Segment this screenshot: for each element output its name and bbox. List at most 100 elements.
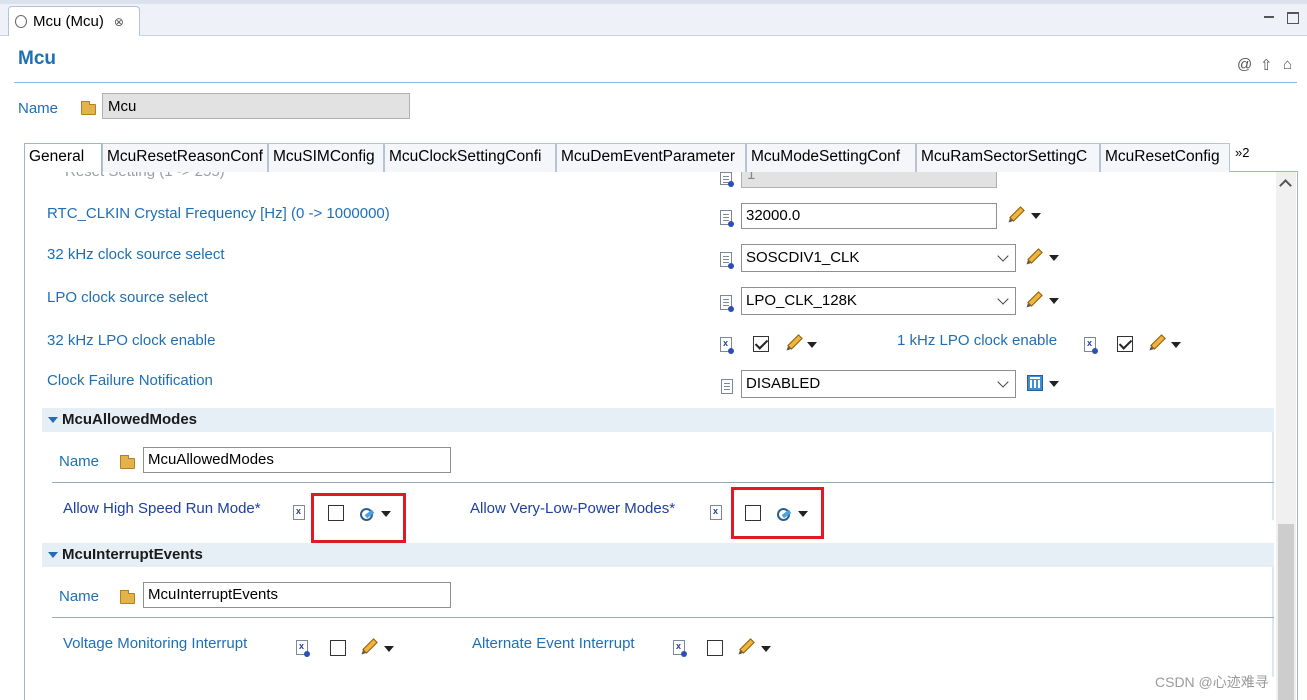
lpo32k-enable-label: 32 kHz LPO clock enable — [47, 332, 216, 349]
chevron-down-icon — [997, 250, 1009, 262]
tab-mcu-dem-event-parameter[interactable]: McuDemEventParameter — [556, 143, 746, 172]
dropdown-arrow-icon[interactable] — [1171, 342, 1181, 348]
dropdown-arrow-icon[interactable] — [1049, 298, 1059, 304]
lpo-source-label: LPO clock source select — [47, 289, 208, 306]
panel-scrollbar[interactable] — [1276, 172, 1296, 700]
interrupt-events-name-label: Name — [59, 588, 100, 605]
calculator-icon[interactable] — [1027, 375, 1043, 391]
lpo-source-value: LPO_CLK_128K — [746, 292, 857, 309]
param-info-icon — [720, 210, 734, 227]
allowed-modes-name-label: Name — [59, 453, 100, 470]
allowed-modes-name-field[interactable]: McuAllowedModes — [143, 447, 451, 473]
dropdown-arrow-icon[interactable] — [384, 646, 394, 652]
param-x-icon — [296, 640, 310, 657]
tab-general[interactable]: General — [24, 143, 102, 173]
name-label: Name — [18, 100, 59, 117]
divider — [52, 482, 1274, 483]
param-x-icon — [720, 337, 734, 354]
tab-mcu-ram-sector-setting-conf[interactable]: McuRamSectorSettingC — [916, 143, 1100, 172]
tab-bar-top-line — [0, 0, 1307, 4]
rtc-clkin-field[interactable]: 32000.0 — [741, 203, 997, 229]
param-x-icon — [293, 505, 305, 520]
scroll-up-icon[interactable] — [1280, 178, 1292, 190]
clock-failure-label: Clock Failure Notification — [47, 372, 213, 389]
alternate-event-label: Alternate Event Interrupt — [472, 635, 635, 652]
section-title: McuAllowedModes — [62, 411, 198, 428]
section-border — [1272, 432, 1274, 520]
name-field[interactable] — [102, 93, 410, 119]
link-icon[interactable] — [360, 506, 374, 521]
vlp-modes-label: Allow Very-Low-Power Modes* — [470, 500, 676, 517]
maximize-icon[interactable] — [1285, 10, 1301, 24]
alternate-event-checkbox[interactable] — [707, 640, 723, 656]
dropdown-arrow-icon[interactable] — [1049, 381, 1059, 387]
clk32k-source-label: 32 kHz clock source select — [47, 246, 225, 263]
interrupt-events-name-field[interactable]: McuInterruptEvents — [143, 582, 451, 608]
section-border — [1272, 567, 1274, 677]
chevron-down-icon — [997, 376, 1009, 388]
watermark: CSDN @心迹难寻 — [1155, 674, 1269, 690]
tab-mcu-mode-setting-conf[interactable]: McuModeSettingConf — [746, 143, 916, 172]
form-title: Mcu — [18, 48, 56, 69]
dropdown-arrow-icon[interactable] — [1031, 213, 1041, 219]
up-arrow-icon[interactable]: ⇧ — [1260, 56, 1273, 74]
folder-icon — [81, 101, 96, 115]
collapse-triangle-icon[interactable] — [48, 417, 58, 423]
header-separator — [14, 82, 1297, 83]
high-speed-run-checkbox[interactable] — [328, 505, 344, 521]
lpo1k-enable-label: 1 kHz LPO clock enable — [897, 332, 1058, 349]
clk32k-source-value: SOSCDIV1_CLK — [746, 249, 860, 266]
section-mcu-interrupt-events[interactable]: McuInterruptEvents — [42, 543, 1274, 567]
chevron-down-icon — [997, 293, 1009, 305]
at-icon[interactable]: @ — [1237, 56, 1252, 73]
folder-icon — [120, 590, 135, 604]
param-x-icon — [710, 505, 722, 520]
dropdown-arrow-icon[interactable] — [1049, 255, 1059, 261]
divider — [52, 617, 1274, 618]
section-mcu-allowed-modes[interactable]: McuAllowedModes — [42, 408, 1274, 432]
tab-mcu-reset-config[interactable]: McuResetConfig — [1100, 143, 1230, 172]
vlp-modes-checkbox[interactable] — [745, 505, 761, 521]
param-doc-icon — [721, 379, 733, 394]
scrollbar-thumb[interactable] — [1278, 524, 1294, 700]
dropdown-arrow-icon[interactable] — [798, 511, 808, 517]
tab-mcu-reset-reason-conf[interactable]: McuResetReasonConf — [102, 143, 268, 172]
reset-setting-field[interactable]: 1 — [741, 172, 997, 188]
dropdown-arrow-icon[interactable] — [807, 342, 817, 348]
dropdown-arrow-icon[interactable] — [761, 646, 771, 652]
voltage-monitoring-checkbox[interactable] — [330, 640, 346, 656]
lpo-source-select[interactable]: LPO_CLK_128K — [741, 287, 1016, 315]
param-info-icon — [720, 295, 734, 312]
editor-tab-mcu[interactable]: Mcu (Mcu) ⊗ — [8, 6, 140, 36]
editor-tab-label: Mcu (Mcu) — [33, 13, 104, 30]
folder-icon — [120, 455, 135, 469]
link-icon[interactable] — [777, 506, 791, 521]
highlight-box — [311, 493, 406, 543]
editor-tab-bar: Mcu (Mcu) ⊗ — [0, 0, 1307, 36]
voltage-monitoring-label: Voltage Monitoring Interrupt — [63, 635, 248, 652]
dropdown-arrow-icon[interactable] — [381, 511, 391, 517]
tab-mcu-sim-config[interactable]: McuSIMConfig — [268, 143, 384, 172]
clk32k-source-select[interactable]: SOSCDIV1_CLK — [741, 244, 1016, 272]
clock-failure-value: DISABLED — [746, 375, 821, 392]
reset-setting-row-clip: Reset Setting (1 -> 255) — [60, 172, 460, 182]
minimize-icon[interactable] — [1262, 10, 1278, 24]
clock-failure-select[interactable]: DISABLED — [741, 370, 1016, 398]
close-tab-icon[interactable]: ⊗ — [114, 15, 124, 29]
reset-setting-field-clip: 1 — [741, 172, 997, 188]
high-speed-run-label: Allow High Speed Run Mode* — [63, 500, 261, 517]
lpo32k-enable-checkbox[interactable] — [753, 336, 769, 352]
lpo1k-enable-checkbox[interactable] — [1117, 336, 1133, 352]
rtc-clkin-label: RTC_CLKIN Crystal Frequency [Hz] (0 -> 1… — [47, 205, 390, 222]
section-title: McuInterruptEvents — [62, 546, 203, 563]
param-x-icon — [1084, 337, 1098, 354]
tab-mcu-clock-setting-config[interactable]: McuClockSettingConfi — [384, 143, 556, 172]
config-tab-strip: General McuResetReasonConf McuSIMConfig … — [24, 143, 1298, 173]
collapse-triangle-icon[interactable] — [48, 552, 58, 558]
param-info-icon — [720, 172, 734, 187]
reset-setting-label: Reset Setting (1 -> 255) — [65, 172, 225, 180]
param-info-icon — [720, 252, 734, 269]
param-x-icon — [673, 640, 687, 657]
more-tabs-button[interactable]: »2 — [1235, 145, 1249, 160]
home-icon[interactable]: ⌂ — [1283, 56, 1292, 73]
